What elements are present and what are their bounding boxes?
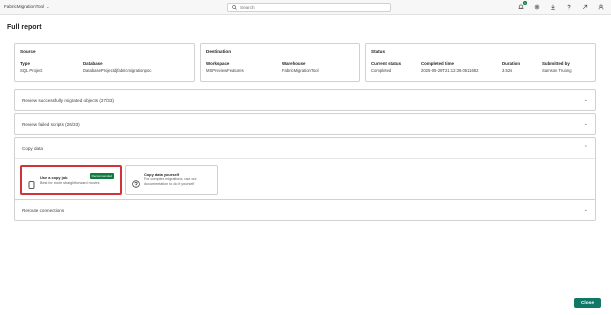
source-database-label: Database bbox=[83, 61, 103, 66]
copy-yourself-description: For complex migrations, use our document… bbox=[144, 177, 197, 186]
search-box[interactable] bbox=[227, 3, 391, 12]
workspace-label: Workspace bbox=[206, 61, 230, 66]
failed-scripts-section: Review failed scripts (26/33) ⌄ bbox=[14, 113, 596, 135]
chevron-down-icon: ⌄ bbox=[583, 97, 588, 103]
completed-time-value: 2025-05-28T21:12:39.0511682 bbox=[421, 67, 479, 73]
current-status-label: Current status bbox=[371, 61, 402, 66]
source-type-value: SQL Project bbox=[20, 67, 43, 73]
copy-icon bbox=[28, 176, 35, 194]
chevron-down-icon: ⌄ bbox=[46, 4, 50, 9]
source-card: Source Type SQL Project Database Databas… bbox=[14, 43, 195, 82]
notification-badge: 1 bbox=[523, 1, 527, 5]
source-database-value: DatabaseProjectdjfabricmigrationpoc bbox=[83, 67, 152, 73]
app-name-label: FabricMigrationTool bbox=[4, 4, 45, 9]
settings-button[interactable] bbox=[533, 3, 541, 11]
migrated-objects-header[interactable]: Review successfully migrated objects (27… bbox=[15, 90, 595, 110]
chevron-up-icon: ⌃ bbox=[583, 145, 588, 151]
source-type-label: Type bbox=[20, 61, 30, 66]
submitted-by-field: Submitted by Samson Truong bbox=[542, 61, 572, 73]
status-card: Status Current status Completed Complete… bbox=[365, 43, 596, 82]
copy-data-header[interactable]: Copy data ⌃ bbox=[15, 138, 595, 158]
failed-scripts-label: Review failed scripts (26/33) bbox=[22, 121, 80, 127]
duration-field: Duration 3.52s bbox=[502, 61, 520, 73]
copy-job-option[interactable]: Use a copy job Best for more straightfor… bbox=[20, 165, 122, 195]
share-icon bbox=[582, 4, 588, 10]
reroute-connections-section: Reroute connections ⌄ bbox=[14, 199, 596, 221]
destination-card: Destination Workspace MSPreviewFeatures … bbox=[200, 43, 360, 82]
download-button[interactable] bbox=[549, 3, 557, 11]
help-button[interactable] bbox=[565, 3, 573, 11]
workspace-field: Workspace MSPreviewFeatures bbox=[206, 61, 244, 73]
close-button[interactable]: Close bbox=[574, 298, 601, 308]
warehouse-field: Warehouse FabricMigrationTool bbox=[282, 61, 319, 73]
page-title: Full report bbox=[7, 24, 42, 31]
share-button[interactable] bbox=[581, 3, 589, 11]
copy-data-label: Copy data bbox=[22, 145, 43, 151]
source-type-field: Type SQL Project bbox=[20, 61, 42, 73]
current-status-field: Current status Completed bbox=[371, 61, 401, 73]
help-icon bbox=[567, 4, 571, 10]
account-button[interactable] bbox=[597, 3, 605, 11]
help-circle-icon bbox=[132, 175, 140, 193]
completed-time-label: Completed time bbox=[421, 61, 454, 66]
chevron-down-icon: ⌄ bbox=[583, 207, 588, 213]
submitted-by-label: Submitted by bbox=[542, 61, 570, 66]
reroute-connections-header[interactable]: Reroute connections ⌄ bbox=[15, 200, 595, 220]
copy-job-description: Best for more straightforward moves bbox=[40, 181, 100, 185]
warehouse-label: Warehouse bbox=[282, 61, 306, 66]
chevron-down-icon: ⌄ bbox=[583, 121, 588, 127]
completed-time-field: Completed time 2025-05-28T21:12:39.05116… bbox=[421, 61, 478, 73]
copy-yourself-option[interactable]: Copy data yourself For complex migration… bbox=[125, 165, 218, 195]
workspace-value: MSPreviewFeatures bbox=[206, 67, 244, 73]
avatar-icon bbox=[598, 4, 604, 10]
search-input[interactable] bbox=[240, 5, 380, 10]
current-status-value: Completed bbox=[371, 67, 392, 73]
gear-icon bbox=[534, 4, 540, 10]
source-database-field: Database DatabaseProjectdjfabricmigratio… bbox=[83, 61, 151, 73]
submitted-by-value: Samson Truong bbox=[542, 67, 572, 73]
recommended-badge: Recommended bbox=[89, 173, 114, 179]
source-title: Source bbox=[20, 49, 36, 54]
duration-value: 3.52s bbox=[502, 67, 513, 73]
top-bar: FabricMigrationTool ⌄ 1 bbox=[0, 0, 611, 15]
failed-scripts-header[interactable]: Review failed scripts (26/33) ⌄ bbox=[15, 114, 595, 134]
destination-title: Destination bbox=[206, 49, 232, 54]
migrated-objects-label: Review successfully migrated objects (27… bbox=[22, 97, 114, 103]
reroute-connections-label: Reroute connections bbox=[22, 207, 65, 213]
duration-label: Duration bbox=[502, 61, 521, 66]
migrated-objects-section: Review successfully migrated objects (27… bbox=[14, 89, 596, 111]
warehouse-value: FabricMigrationTool bbox=[282, 67, 319, 73]
search-icon bbox=[232, 5, 237, 10]
app-name-dropdown[interactable]: FabricMigrationTool ⌄ bbox=[4, 4, 49, 9]
bell-icon bbox=[518, 4, 524, 9]
notification-button[interactable]: 1 bbox=[517, 1, 527, 11]
copy-job-title: Use a copy job bbox=[40, 175, 68, 180]
status-title: Status bbox=[371, 49, 386, 54]
top-icons: 1 bbox=[517, 1, 605, 11]
download-icon bbox=[551, 4, 555, 10]
